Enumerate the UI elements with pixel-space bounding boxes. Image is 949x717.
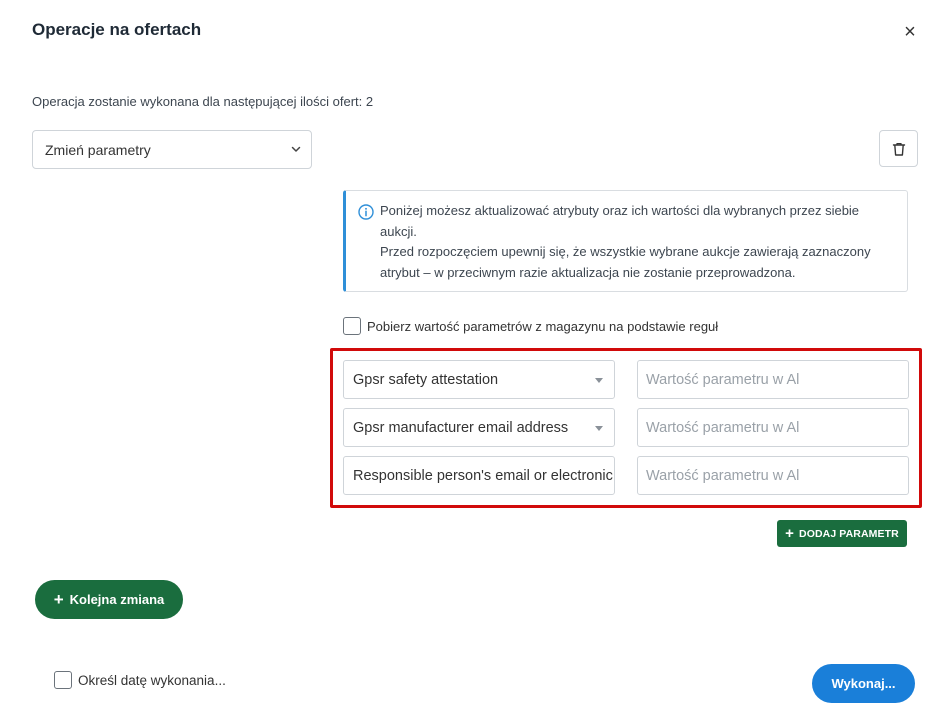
close-button[interactable]: ×: [900, 22, 920, 42]
parameter-select-2[interactable]: Gpsr manufacturer email address: [343, 408, 615, 447]
execute-label: Wykonaj...: [831, 676, 896, 691]
plus-icon: +: [785, 525, 795, 542]
parameter-select-3-value: Responsible person's email or electronic…: [353, 467, 615, 484]
magazyn-rules-label[interactable]: Pobierz wartość parametrów z magazynu na…: [367, 319, 718, 334]
parameter-select-1[interactable]: Gpsr safety attestation: [343, 360, 615, 399]
caret-down-icon: [595, 426, 603, 431]
operation-select[interactable]: Zmień parametry: [32, 130, 312, 169]
execution-date-label[interactable]: Określ datę wykonania...: [78, 673, 226, 688]
execution-date-option: Określ datę wykonania...: [54, 671, 226, 689]
chevron-down-icon: [291, 146, 301, 152]
trash-icon: [892, 142, 905, 156]
delete-operation-button[interactable]: [879, 130, 918, 167]
next-change-button[interactable]: + Kolejna zmiana: [35, 580, 183, 619]
plus-icon: +: [53, 590, 64, 609]
parameter-value-input-3[interactable]: [637, 456, 909, 495]
offers-count-text: Operacja zostanie wykonana dla następują…: [32, 94, 374, 109]
parameter-value-input-1[interactable]: [637, 360, 909, 399]
execute-button[interactable]: Wykonaj...: [812, 664, 915, 703]
info-text-line1: Poniżej możesz aktualizować atrybuty ora…: [380, 203, 860, 239]
modal-title: Operacje na ofertach: [32, 20, 202, 39]
parameter-value-input-2[interactable]: [637, 408, 909, 447]
parameter-select-1-value: Gpsr safety attestation: [353, 371, 499, 388]
next-change-label: Kolejna zmiana: [69, 592, 165, 607]
execution-date-checkbox[interactable]: [54, 671, 72, 689]
info-text-line2: Przed rozpoczęciem upewnij się, że wszys…: [380, 244, 871, 280]
operation-select-value: Zmień parametry: [45, 141, 151, 158]
info-icon: [358, 204, 374, 220]
add-parameter-button[interactable]: + DODAJ PARAMETR: [777, 520, 907, 547]
info-alert: Poniżej możesz aktualizować atrybuty ora…: [343, 190, 908, 292]
magazyn-rules-checkbox[interactable]: [343, 317, 361, 335]
close-icon: ×: [904, 21, 916, 43]
add-parameter-label: DODAJ PARAMETR: [799, 527, 899, 540]
caret-down-icon: [595, 378, 603, 383]
magazyn-rules-option: Pobierz wartość parametrów z magazynu na…: [343, 317, 718, 335]
parameter-select-3[interactable]: Responsible person's email or electronic…: [343, 456, 615, 495]
parameter-select-2-value: Gpsr manufacturer email address: [353, 419, 569, 436]
